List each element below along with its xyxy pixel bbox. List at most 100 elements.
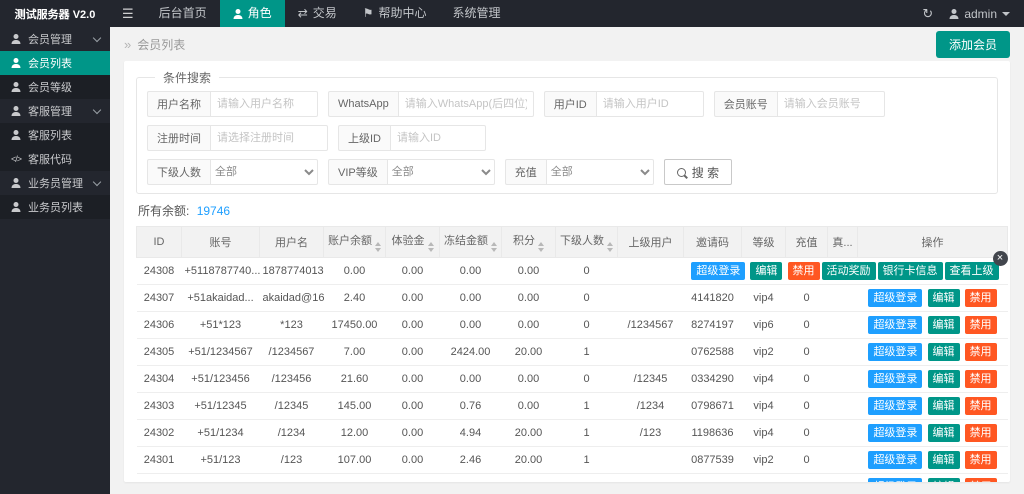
- col-balance[interactable]: 账户余额: [324, 227, 386, 258]
- view-parent-button[interactable]: 查看上级: [945, 262, 999, 280]
- disable-button[interactable]: 禁用: [965, 424, 997, 442]
- cell-actions: 超级登录 编辑 禁用 活动奖励 银行卡信息 查看上级 ×: [858, 312, 1008, 339]
- nav-item-label: 帮助中心: [379, 0, 427, 27]
- cell-points: 0.00: [502, 393, 556, 420]
- disable-button[interactable]: 禁用: [965, 316, 997, 334]
- cell-balance: 107.00: [324, 447, 386, 474]
- recharge-select[interactable]: 全部: [546, 159, 654, 185]
- whatsapp-input[interactable]: [398, 91, 534, 117]
- cell-actions: 超级登录 编辑 禁用 活动奖励 银行卡信息 查看上级 ×: [858, 339, 1008, 366]
- disable-button[interactable]: 禁用: [965, 478, 997, 482]
- user-id-input[interactable]: [596, 91, 704, 117]
- nav-item-trade[interactable]: ⇄ 交易: [285, 0, 350, 27]
- sidebar-group-salesman-mgmt[interactable]: 业务员管理: [0, 171, 110, 195]
- sidebar-group-member-mgmt[interactable]: 会员管理: [0, 27, 110, 51]
- field-parent-id: 上级ID: [338, 125, 486, 151]
- disable-button[interactable]: 禁用: [965, 343, 997, 361]
- cell-actions: 超级登录 编辑 禁用 活动奖励 银行卡信息 查看上级 ×: [858, 420, 1008, 447]
- edit-button[interactable]: 编辑: [928, 343, 960, 361]
- cell-invite-code: 0877539: [684, 447, 742, 474]
- total-balance-label: 所有余额:: [138, 204, 189, 218]
- subordinates-select[interactable]: 全部: [210, 159, 318, 185]
- cell-level: vip4: [742, 393, 786, 420]
- sidebar-item-service-code[interactable]: </> 客服代码: [0, 147, 110, 171]
- cell-balance: 21.60: [324, 366, 386, 393]
- super-login-button[interactable]: 超级登录: [868, 370, 922, 388]
- parent-id-input[interactable]: [390, 125, 486, 151]
- cell-invite-code: 0798671: [684, 393, 742, 420]
- sidebar-item-label: 会员等级: [28, 79, 72, 95]
- edit-button[interactable]: 编辑: [928, 289, 960, 307]
- cell-parent-user: [618, 285, 684, 312]
- edit-button[interactable]: 编辑: [928, 451, 960, 469]
- refresh-icon[interactable]: ↻: [922, 6, 933, 22]
- sidebar-item-label: 客服管理: [28, 103, 72, 119]
- sidebar-group-service-mgmt[interactable]: 客服管理: [0, 99, 110, 123]
- cell-subordinates: 0: [556, 366, 618, 393]
- sidebar-item-salesman-list[interactable]: 业务员列表: [0, 195, 110, 219]
- nav-item-dashboard[interactable]: 后台首页: [146, 0, 220, 27]
- bank-info-button[interactable]: 银行卡信息: [878, 262, 943, 280]
- cell-subordinates: 0: [556, 285, 618, 312]
- cell-points: 20.00: [502, 339, 556, 366]
- super-login-button[interactable]: 超级登录: [868, 343, 922, 361]
- disable-button[interactable]: 禁用: [965, 451, 997, 469]
- sort-icon[interactable]: [375, 242, 381, 252]
- col-points[interactable]: 积分: [502, 227, 556, 258]
- cell-parent-user: aaa123@qq.c...: [618, 474, 684, 483]
- menu-toggle-icon[interactable]: ☰: [110, 6, 146, 22]
- col-trial[interactable]: 体验金: [386, 227, 440, 258]
- top-menu: 后台首页 角色 ⇄ 交易 ⚑ 帮助中心 系统管理: [146, 0, 514, 27]
- nav-item-system[interactable]: 系统管理: [440, 0, 514, 27]
- nav-item-help-center[interactable]: ⚑ 帮助中心: [350, 0, 440, 27]
- disable-button[interactable]: 禁用: [788, 262, 820, 280]
- super-login-button[interactable]: 超级登录: [868, 424, 922, 442]
- app-window: 测试服务器 V2.0 ☰ 后台首页 角色 ⇄ 交易 ⚑ 帮助中心 系统管理 ↻: [0, 0, 1024, 494]
- col-frozen[interactable]: 冻结金额: [440, 227, 502, 258]
- activity-reward-button[interactable]: 活动奖励: [822, 262, 876, 280]
- disable-button[interactable]: 禁用: [965, 370, 997, 388]
- sidebar-item-member-list[interactable]: 会员列表: [0, 51, 110, 75]
- super-login-button[interactable]: 超级登录: [868, 478, 922, 482]
- table-row: 24307 +51akaidad... akaidad@163... 2.40 …: [137, 285, 1008, 312]
- nav-item-role[interactable]: 角色: [220, 0, 285, 27]
- cell-balance: 17450.00: [324, 312, 386, 339]
- actions-group: 超级登录 编辑 禁用 活动奖励 银行卡信息 查看上级 ×: [867, 289, 997, 307]
- member-table-body: 24308 +5118787740... 18787740136 0.00 0.…: [137, 258, 1008, 483]
- sort-icon[interactable]: [491, 242, 497, 252]
- vip-level-select[interactable]: 全部: [387, 159, 495, 185]
- super-login-button[interactable]: 超级登录: [691, 262, 745, 280]
- cell-balance: 0.00: [324, 474, 386, 483]
- edit-button[interactable]: 编辑: [750, 262, 782, 280]
- cell-real: [828, 339, 858, 366]
- member-account-input[interactable]: [777, 91, 885, 117]
- super-login-button[interactable]: 超级登录: [868, 289, 922, 307]
- cell-real: [828, 312, 858, 339]
- edit-button[interactable]: 编辑: [928, 424, 960, 442]
- sort-icon[interactable]: [607, 242, 613, 252]
- sidebar-item-service-list[interactable]: 客服列表: [0, 123, 110, 147]
- super-login-button[interactable]: 超级登录: [868, 316, 922, 334]
- add-member-button[interactable]: 添加会员: [936, 31, 1010, 58]
- close-icon[interactable]: ×: [993, 251, 1008, 266]
- register-time-input[interactable]: [210, 125, 328, 151]
- col-subordinates[interactable]: 下级人数: [556, 227, 618, 258]
- edit-button[interactable]: 编辑: [928, 370, 960, 388]
- sort-icon[interactable]: [428, 242, 434, 252]
- username-input[interactable]: [210, 91, 318, 117]
- edit-button[interactable]: 编辑: [928, 316, 960, 334]
- disable-button[interactable]: 禁用: [965, 397, 997, 415]
- cell-points: 0.00: [502, 366, 556, 393]
- search-button[interactable]: 搜 索: [664, 159, 732, 185]
- super-login-button[interactable]: 超级登录: [868, 397, 922, 415]
- sort-icon[interactable]: [538, 242, 544, 252]
- disable-button[interactable]: 禁用: [965, 289, 997, 307]
- user-menu[interactable]: admin: [949, 7, 1010, 21]
- cell-subordinates: 0: [556, 474, 618, 483]
- super-login-button[interactable]: 超级登录: [868, 451, 922, 469]
- edit-button[interactable]: 编辑: [928, 397, 960, 415]
- total-balance: 所有余额: 19746: [138, 202, 996, 219]
- sidebar-item-member-level[interactable]: 会员等级: [0, 75, 110, 99]
- table-row: 24300 +51aaaac@... aaaac@qq.c... 0.00 0.…: [137, 474, 1008, 483]
- edit-button[interactable]: 编辑: [928, 478, 960, 482]
